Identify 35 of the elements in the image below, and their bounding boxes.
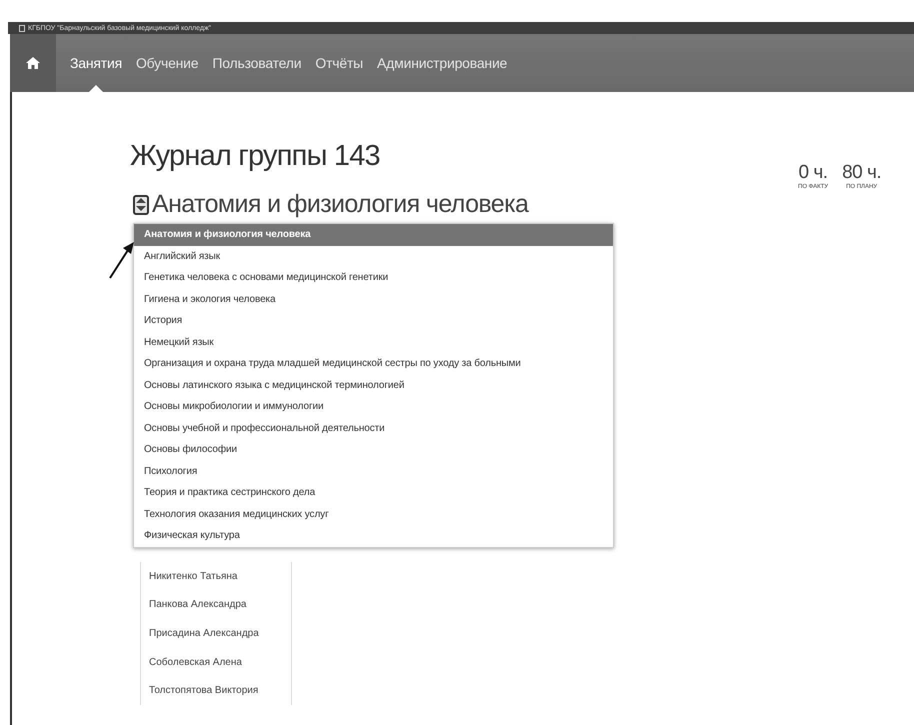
dropdown-option[interactable]: Организация и охрана труда младшей медицинской сестры по уходу за больными	[134, 353, 613, 374]
annotation-arrow	[109, 242, 134, 279]
student-row[interactable]: Толстопятова Виктория	[141, 676, 291, 705]
dropdown-option[interactable]: Генетика человека с основами медицинской генетики	[134, 267, 613, 288]
nav-tab[interactable]: Отчёты	[315, 34, 364, 92]
nav-tab[interactable]: Обучение	[136, 34, 198, 92]
dropdown-option[interactable]: Анатомия и физиология человека	[134, 224, 613, 246]
dropdown-option[interactable]: Теория и практика сестринского дела	[134, 482, 613, 504]
nav-tab[interactable]: Администрирование	[377, 34, 508, 92]
sort-arrows-icon	[136, 198, 146, 211]
hours-value: 80 ч.	[842, 162, 882, 184]
student-row[interactable]: Соболевская Алена	[141, 648, 291, 676]
home-icon	[25, 56, 41, 70]
dropdown-option[interactable]: Основы латинского языка с медицинской терминологией	[134, 374, 613, 396]
dropdown-option[interactable]: Физическая культура	[134, 525, 613, 546]
student-row[interactable]: Никитенко Татьяна	[141, 562, 291, 591]
dropdown-option[interactable]: Технология оказания медицинских услуг	[134, 504, 613, 525]
dropdown-option[interactable]: История	[134, 310, 613, 332]
student-row[interactable]: Панкова Александра	[141, 590, 291, 620]
hours-value: 0 ч.	[798, 162, 828, 184]
home-button[interactable]	[10, 34, 56, 92]
student-row[interactable]: Присадина Александра	[141, 619, 291, 648]
dropdown-option[interactable]: Немецкий язык	[134, 332, 613, 353]
dropdown-option[interactable]: Психология	[134, 460, 613, 482]
dropdown-option[interactable]: Английский язык	[134, 246, 613, 267]
nav-tab[interactable]: Пользователи	[212, 34, 302, 92]
dropdown-option[interactable]: Гигиена и экология человека	[134, 288, 613, 310]
dropdown-option[interactable]: Основы учебной и профессиональной деятельности	[134, 418, 613, 439]
subject-title: Анатомия и физиология человека	[152, 190, 528, 219]
page-title: Журнал группы 143	[130, 140, 380, 173]
window-icon	[19, 24, 25, 32]
dropdown-option[interactable]: Основы микробиологии и иммунологии	[134, 396, 613, 418]
dropdown-option[interactable]: Основы философии	[134, 439, 613, 460]
nav-tab[interactable]: Занятия	[70, 34, 122, 92]
select-toggle[interactable]	[133, 194, 149, 214]
